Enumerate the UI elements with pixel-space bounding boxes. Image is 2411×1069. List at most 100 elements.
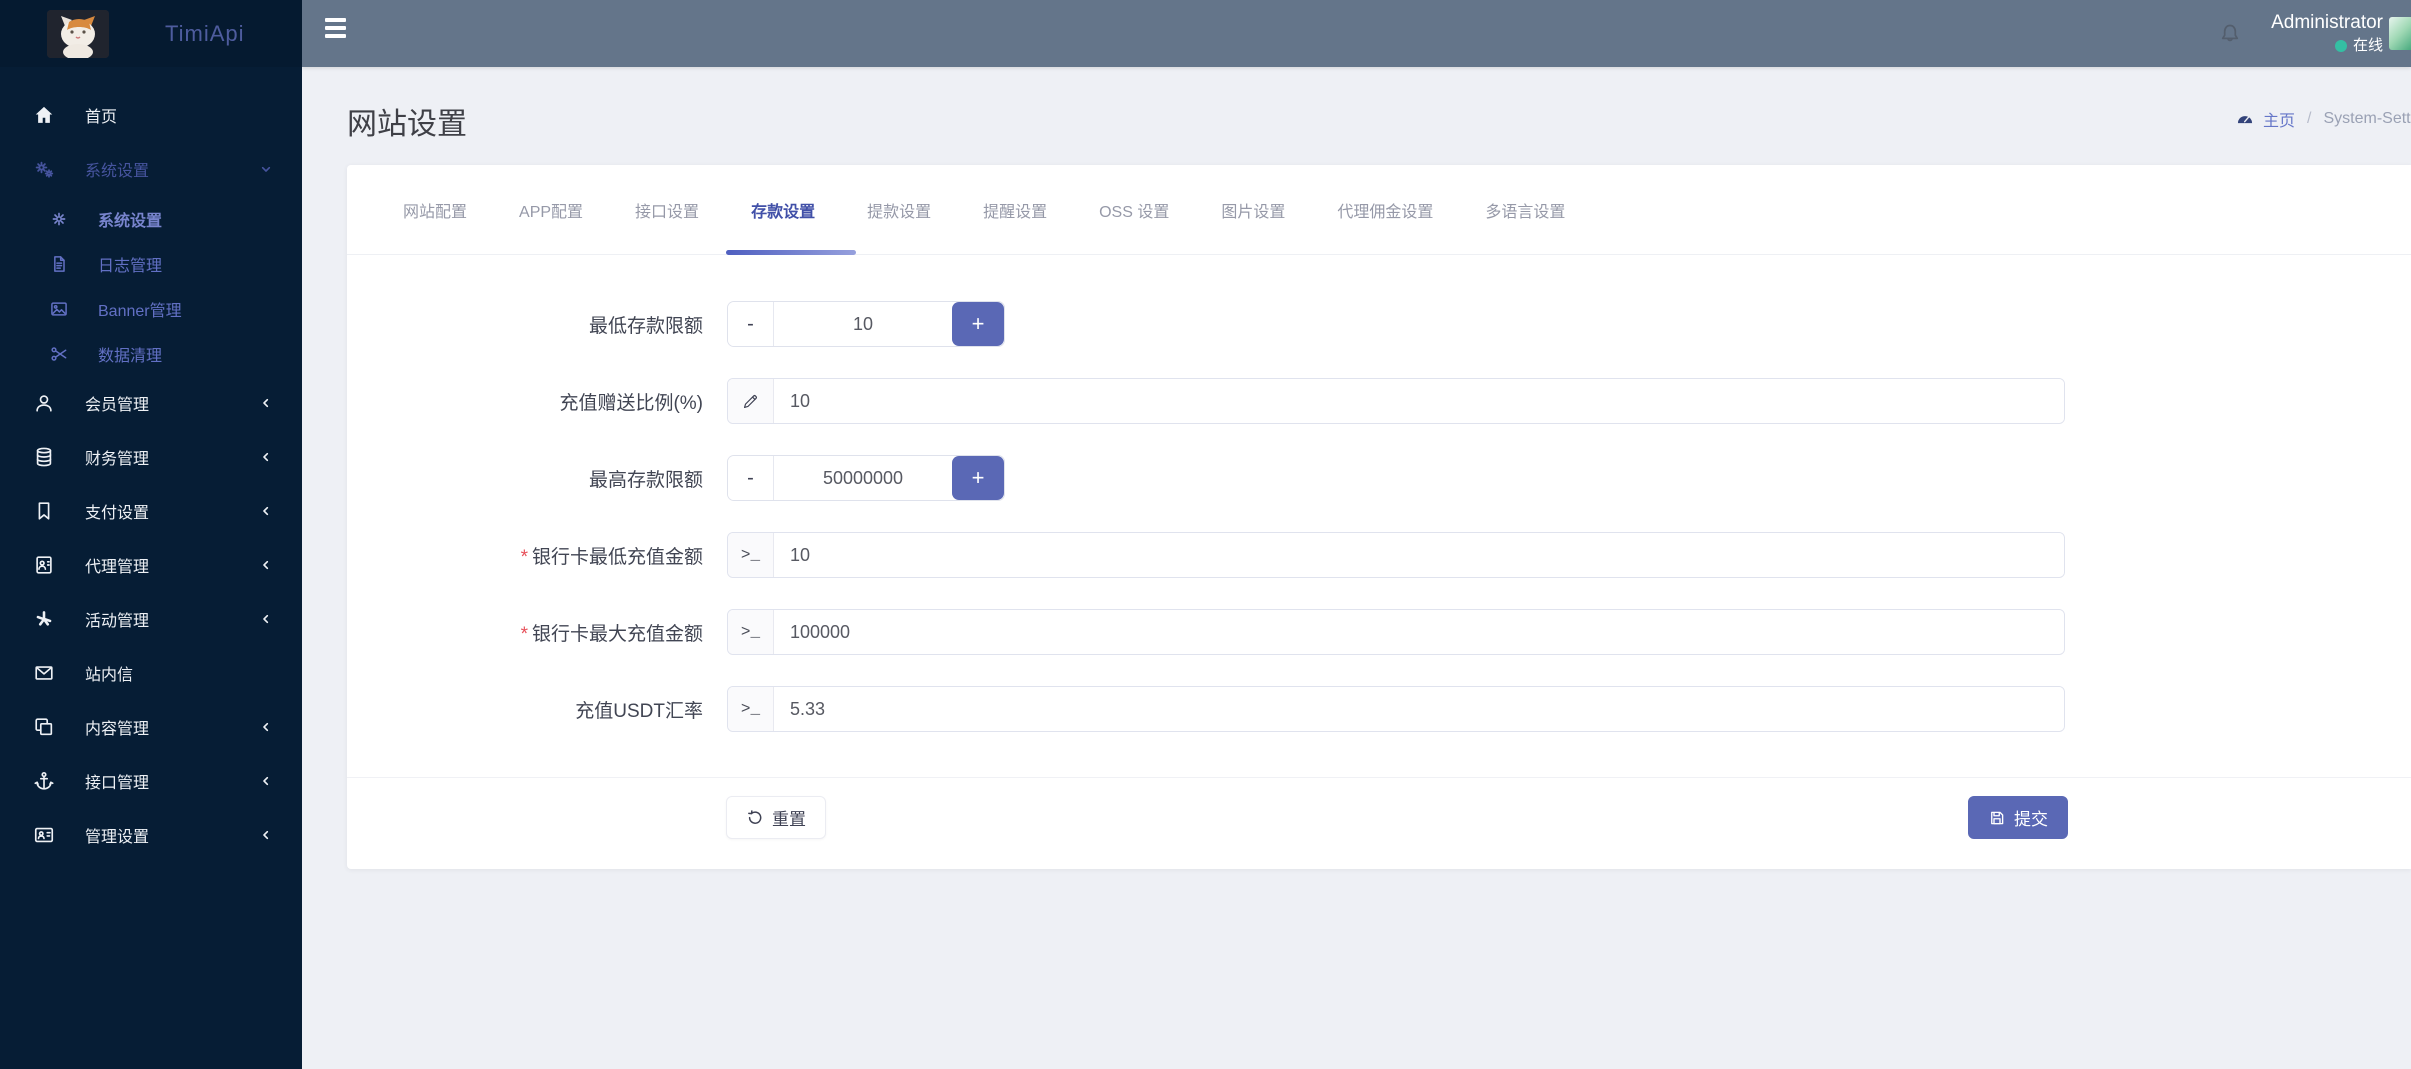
tab-reminder-settings[interactable]: 提醒设置 <box>983 198 1047 222</box>
sidebar-toggle-button[interactable] <box>325 18 346 42</box>
spinner-decrement-button[interactable]: - <box>728 456 774 500</box>
sidebar-item-admin-settings[interactable]: 管理设置 <box>0 808 302 862</box>
database-icon <box>31 444 57 470</box>
notifications-bell-icon[interactable] <box>2217 21 2243 47</box>
sidebar-subitem-label: Banner管理 <box>98 302 182 320</box>
tab-app-config[interactable]: APP配置 <box>519 198 583 222</box>
undo-icon <box>746 809 764 827</box>
breadcrumb-separator: / <box>2307 110 2312 127</box>
sidebar-menu: 首页 系统设置 系统设置 日志管理 Banner管理 数据清理 会员管理 财务管… <box>0 67 302 862</box>
sidebar-item-home[interactable]: 首页 <box>0 88 302 142</box>
usdt-rate-input[interactable] <box>774 687 2064 731</box>
breadcrumb-current: System-Setti <box>2323 110 2411 127</box>
sidebar-item-label: 财务管理 <box>85 451 150 468</box>
topbar-right: Administrator 在线 <box>2217 0 2411 67</box>
admin-app: TimiApi 首页 系统设置 系统设置 日志管理 Banner管理 数据清理 … <box>0 0 2411 1069</box>
sidebar-subitem-log-management[interactable]: 日志管理 <box>0 241 302 286</box>
form-row-usdt-rate: 充值USDT汇率 >_ <box>347 686 2411 732</box>
gear-icon <box>46 206 72 232</box>
min-deposit-input[interactable] <box>774 302 952 346</box>
sidebar-subitem-system-settings[interactable]: 系统设置 <box>0 196 302 241</box>
breadcrumb-home-link[interactable]: 主页 <box>2263 107 2295 131</box>
sidebar-item-label: 内容管理 <box>85 721 150 738</box>
user-icon <box>31 390 57 416</box>
bookmark-icon <box>31 498 57 524</box>
sidebar-item-label: 系统设置 <box>85 163 150 180</box>
home-icon <box>31 102 57 128</box>
tab-api-settings[interactable]: 接口设置 <box>635 198 699 222</box>
sidebar-item-member-management[interactable]: 会员管理 <box>0 376 302 430</box>
required-mark: * <box>520 623 528 645</box>
required-mark: * <box>520 546 528 568</box>
spinner-decrement-button[interactable]: - <box>728 302 774 346</box>
online-status-label: 在线 <box>2352 37 2383 54</box>
field-label: * 银行卡最大充值金额 <box>520 623 703 645</box>
avatar[interactable] <box>2389 17 2411 50</box>
min-deposit-spinner: - + <box>727 301 1005 347</box>
sidebar-item-payment-settings[interactable]: 支付设置 <box>0 484 302 538</box>
max-deposit-spinner: - + <box>727 455 1005 501</box>
chevron-left-icon <box>258 557 274 573</box>
recharge-bonus-group <box>727 378 2065 424</box>
logo-row[interactable]: TimiApi <box>0 0 302 67</box>
dashboard-icon <box>2235 109 2255 129</box>
copy-icon <box>31 714 57 740</box>
field-label: 最高存款限额 <box>588 469 703 491</box>
burst-icon <box>31 606 57 632</box>
reset-button[interactable]: 重置 <box>726 796 826 839</box>
sidebar-item-finance-management[interactable]: 财务管理 <box>0 430 302 484</box>
sidebar-item-activity-management[interactable]: 活动管理 <box>0 592 302 646</box>
app-title: TimiApi <box>165 20 245 46</box>
sidebar-submenu-system: 系统设置 日志管理 Banner管理 数据清理 <box>0 196 302 376</box>
form-row-recharge-bonus: 充值赠送比例(%) <box>347 378 2411 424</box>
chevron-left-icon <box>258 503 274 519</box>
bankcard-min-input[interactable] <box>774 533 2064 577</box>
tab-withdraw-settings[interactable]: 提款设置 <box>867 198 931 222</box>
sidebar-item-site-mail[interactable]: 站内信 <box>0 646 302 700</box>
tab-agent-commission-settings[interactable]: 代理佣金设置 <box>1337 198 1433 222</box>
user-block[interactable]: Administrator 在线 <box>2271 11 2383 56</box>
tab-multilanguage-settings[interactable]: 多语言设置 <box>1485 198 1565 222</box>
sidebar-subitem-label: 日志管理 <box>98 257 163 275</box>
sidebar-item-label: 会员管理 <box>85 397 150 414</box>
submit-button[interactable]: 提交 <box>1968 796 2068 839</box>
sidebar-item-label: 代理管理 <box>85 559 150 576</box>
sidebar-item-label: 接口管理 <box>85 775 150 792</box>
sidebar: TimiApi 首页 系统设置 系统设置 日志管理 Banner管理 数据清理 … <box>0 0 302 1069</box>
tab-oss-settings[interactable]: OSS 设置 <box>1099 198 1169 222</box>
spinner-increment-button[interactable]: + <box>952 302 1004 346</box>
logo-cat-image <box>47 9 109 58</box>
chevron-left-icon <box>258 395 274 411</box>
max-deposit-input[interactable] <box>774 456 952 500</box>
chevron-left-icon <box>258 719 274 735</box>
sidebar-item-label: 支付设置 <box>85 505 150 522</box>
sidebar-subitem-banner-management[interactable]: Banner管理 <box>0 286 302 331</box>
tab-image-settings[interactable]: 图片设置 <box>1221 198 1285 222</box>
field-label: 充值赠送比例(%) <box>559 392 703 414</box>
spinner-increment-button[interactable]: + <box>952 456 1004 500</box>
active-tab-underline <box>726 250 856 255</box>
terminal-icon: >_ <box>728 610 774 654</box>
bankcard-min-group: >_ <box>727 532 2065 578</box>
recharge-bonus-input[interactable] <box>774 379 2064 423</box>
topbar: Administrator 在线 <box>302 0 2411 67</box>
address-card-icon <box>31 822 57 848</box>
sidebar-subitem-data-cleanup[interactable]: 数据清理 <box>0 331 302 376</box>
usdt-rate-group: >_ <box>727 686 2065 732</box>
tab-deposit-settings[interactable]: 存款设置 <box>751 198 815 222</box>
field-label: 最低存款限额 <box>588 315 703 337</box>
tab-site-config[interactable]: 网站配置 <box>403 198 467 222</box>
settings-card: 网站配置 APP配置 接口设置 存款设置 提款设置 提醒设置 OSS 设置 图片… <box>347 165 2411 869</box>
reset-button-label: 重置 <box>772 810 806 829</box>
anchor-icon <box>31 768 57 794</box>
sidebar-item-system-settings[interactable]: 系统设置 <box>0 142 302 196</box>
bankcard-max-input[interactable] <box>774 610 2064 654</box>
scissors-icon <box>46 341 72 367</box>
sidebar-item-content-management[interactable]: 内容管理 <box>0 700 302 754</box>
sidebar-item-agent-management[interactable]: 代理管理 <box>0 538 302 592</box>
bankcard-max-group: >_ <box>727 609 2065 655</box>
sidebar-item-label: 管理设置 <box>85 829 150 846</box>
sidebar-item-api-management[interactable]: 接口管理 <box>0 754 302 808</box>
gears-icon <box>31 156 57 182</box>
sidebar-item-label: 站内信 <box>85 667 134 684</box>
